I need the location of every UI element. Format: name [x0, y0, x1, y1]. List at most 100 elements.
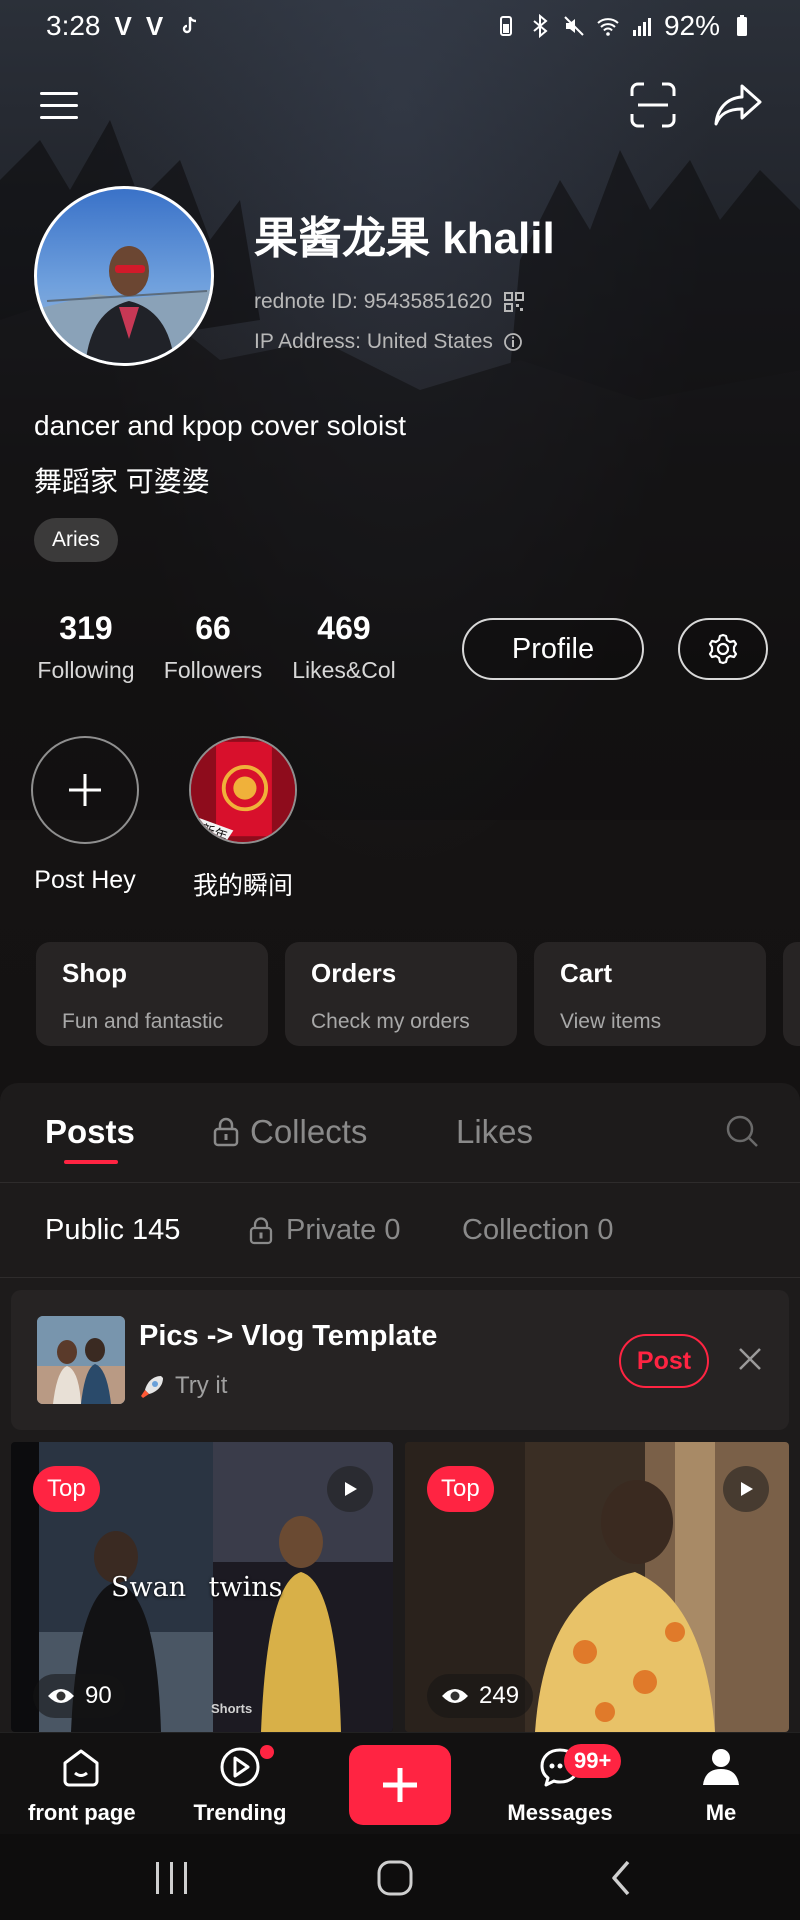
subtab-private[interactable]: Private 0	[248, 1214, 400, 1247]
edit-profile-button[interactable]: Profile	[462, 618, 644, 680]
notification-v-icon: V	[114, 10, 132, 41]
post-caption: Swan twins	[111, 1572, 283, 1603]
trending-notification-dot	[260, 1745, 274, 1759]
rednote-id: rednote ID: 95435851620	[254, 290, 493, 313]
qr-code-icon[interactable]	[504, 292, 525, 312]
post-tile[interactable]: Top 249	[405, 1442, 789, 1732]
system-navigation-bar	[0, 1834, 800, 1920]
view-count: 249	[427, 1674, 534, 1718]
username: 果酱龙果 khalil	[254, 214, 555, 263]
promo-post-button[interactable]: Post	[619, 1334, 709, 1388]
more-card[interactable]	[783, 942, 800, 1046]
lock-icon	[249, 1216, 273, 1244]
rednote-id-row: rednote ID: 95435851620	[254, 290, 525, 314]
bluetooth-icon	[533, 14, 548, 38]
story-label: Post Hey	[34, 866, 136, 894]
stat-label: Followers	[163, 657, 263, 683]
nav-trending[interactable]: Trending	[190, 1745, 290, 1826]
content-tabs: Posts Collects Likes	[0, 1083, 800, 1183]
story-label: 我的瞬间	[192, 872, 293, 900]
shorts-watermark: Shorts	[211, 1701, 253, 1716]
subtab-public[interactable]: Public 145	[45, 1214, 180, 1247]
orders-card[interactable]: Orders Check my orders	[285, 942, 517, 1046]
nav-label: front page	[28, 1800, 136, 1825]
ip-address: IP Address: United States	[254, 330, 493, 353]
nav-front-page[interactable]: front page	[28, 1745, 136, 1826]
info-icon[interactable]	[503, 332, 523, 352]
moments-story[interactable]: 新年 我的瞬间	[188, 736, 298, 902]
nav-label: Trending	[193, 1800, 287, 1825]
lock-icon	[213, 1117, 239, 1147]
stat-likes-collects[interactable]: 469 Likes&Col	[290, 610, 398, 684]
vlog-template-promo[interactable]: Pics -> Vlog Template Try it Post	[11, 1290, 789, 1430]
post-subtabs: Public 145 Private 0 Collection 0	[0, 1184, 800, 1278]
avatar-photo	[37, 246, 211, 363]
tab-label: Posts	[45, 1113, 135, 1150]
mute-icon	[564, 16, 584, 36]
card-title: Cart	[560, 958, 613, 988]
play-icon	[723, 1466, 769, 1512]
menu-button[interactable]	[38, 84, 82, 128]
stat-followers[interactable]: 66 Followers	[160, 610, 266, 684]
person-icon	[703, 1749, 739, 1785]
settings-button[interactable]	[678, 618, 768, 680]
view-count-value: 90	[85, 1682, 112, 1709]
nav-label: Me	[705, 1800, 737, 1825]
cart-card[interactable]: Cart View items	[534, 942, 766, 1046]
stat-value: 319	[59, 610, 113, 646]
tab-likes[interactable]: Likes	[456, 1113, 533, 1151]
stat-label: Following	[37, 657, 135, 683]
signal-icon	[632, 18, 651, 36]
moments-story-image[interactable]: 新年	[189, 736, 297, 844]
subtab-label: Public 145	[45, 1214, 181, 1246]
nav-me[interactable]: Me	[690, 1745, 752, 1826]
messages-badge: 99+	[564, 1744, 622, 1778]
new-year-image: 新年	[191, 738, 295, 842]
stat-label: Likes&Col	[292, 657, 396, 683]
nav-label: Messages	[507, 1800, 613, 1825]
stat-value: 469	[317, 610, 371, 646]
battery-percent: 92%	[663, 10, 720, 41]
bio-line-1: dancer and kpop cover soloist	[34, 410, 406, 441]
card-subtitle: Fun and fantastic	[62, 1010, 224, 1033]
promo-thumbnail-image	[37, 1316, 125, 1404]
wifi-icon	[597, 18, 619, 36]
view-count: 90	[33, 1674, 126, 1718]
share-icon[interactable]	[712, 80, 764, 130]
plus-icon	[69, 774, 101, 806]
back-icon[interactable]	[606, 1858, 636, 1898]
active-tab-indicator	[64, 1160, 118, 1164]
create-post-button[interactable]	[349, 1745, 451, 1825]
tab-label: Collects	[250, 1113, 368, 1150]
post-tile[interactable]: Swan twins Top 90 Shorts	[11, 1442, 393, 1732]
home-icon	[63, 1749, 99, 1787]
shop-card[interactable]: Shop Fun and fantastic	[36, 942, 268, 1046]
post-hey-story[interactable]: Post Hey	[30, 736, 140, 895]
recent-apps-icon[interactable]	[152, 1860, 192, 1896]
tab-collects[interactable]: Collects	[212, 1113, 367, 1151]
tiktok-notification-icon	[183, 16, 197, 34]
top-toolbar	[0, 78, 800, 138]
tab-label: Likes	[456, 1113, 534, 1150]
notification-v-icon: V	[145, 10, 164, 41]
rocket-icon	[141, 1376, 163, 1398]
bio-line-2: 舞蹈家 可婆婆	[34, 466, 210, 497]
subtab-collection[interactable]: Collection 0	[462, 1214, 614, 1247]
scan-icon[interactable]	[628, 80, 678, 130]
avatar[interactable]	[34, 186, 214, 366]
menu-icon	[40, 92, 78, 95]
stat-following[interactable]: 319 Following	[34, 610, 138, 684]
view-count-value: 249	[479, 1682, 520, 1709]
promo-subtitle-row: Try it	[139, 1372, 227, 1400]
pinned-top-badge: Top	[427, 1466, 494, 1512]
promo-thumbnail	[37, 1316, 125, 1404]
battery-saver-icon	[499, 16, 512, 36]
add-story-circle[interactable]	[31, 736, 139, 844]
home-button-icon[interactable]	[375, 1858, 415, 1898]
gear-icon	[708, 633, 738, 665]
tab-posts[interactable]: Posts	[45, 1113, 135, 1151]
subtab-label: Private 0	[286, 1214, 401, 1246]
search-icon[interactable]	[724, 1113, 760, 1149]
close-icon[interactable]	[735, 1344, 765, 1374]
eye-icon	[442, 1689, 468, 1703]
